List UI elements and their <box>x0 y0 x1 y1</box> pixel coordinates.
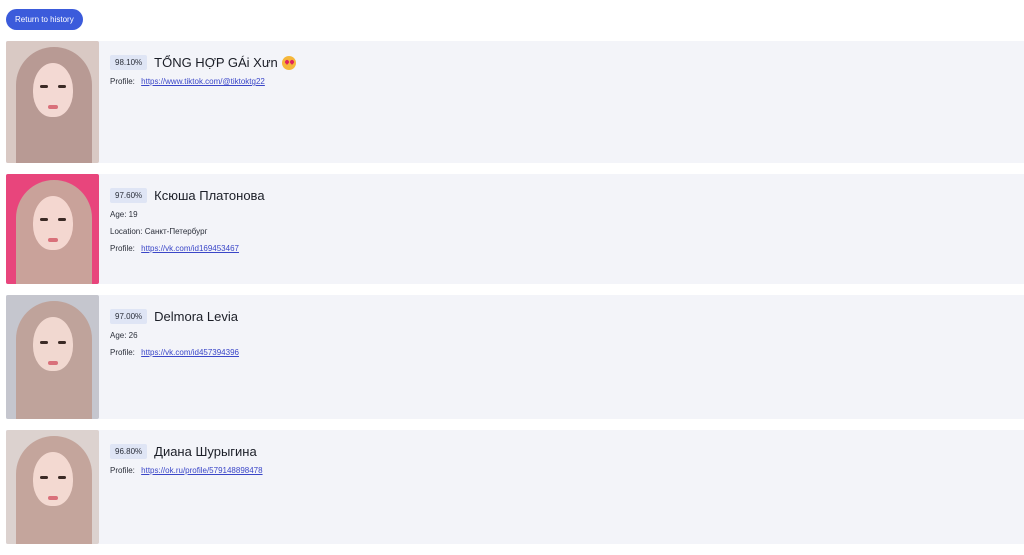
profile-name: Ксюша Платонова <box>154 187 265 203</box>
result-card: 97.60% Ксюша Платонова Age: 19 Location:… <box>6 174 1024 284</box>
profile-photo[interactable] <box>6 174 99 284</box>
location-text: Location: Санкт-Петербург <box>110 227 208 236</box>
profile-label: Profile: <box>110 77 135 86</box>
profile-link[interactable]: https://vk.com/id169453467 <box>141 244 239 253</box>
match-score-badge: 97.00% <box>110 308 148 324</box>
profile-label: Profile: <box>110 348 135 357</box>
profile-link[interactable]: https://vk.com/id457394396 <box>141 348 239 357</box>
profile-label: Profile: <box>110 466 135 475</box>
profile-link[interactable]: https://www.tiktok.com/@tiktoktg22 <box>141 77 265 86</box>
results-list: 98.10% TỔNG HỢP GÁi Xưn Profile: https:/… <box>6 41 1024 555</box>
match-score-badge: 97.60% <box>110 187 148 203</box>
profile-name: TỔNG HỢP GÁi Xưn <box>154 54 278 70</box>
profile-photo[interactable] <box>6 430 99 544</box>
toolbar: Return to history <box>6 9 83 30</box>
result-card: 98.10% TỔNG HỢP GÁi Xưn Profile: https:/… <box>6 41 1024 163</box>
age-text: Age: 26 <box>110 331 138 340</box>
heart-eyes-emoji-icon <box>281 56 296 70</box>
result-card: 97.00% Delmora Levia Age: 26 Profile: ht… <box>6 295 1024 419</box>
match-score-badge: 98.10% <box>110 54 148 70</box>
age-text: Age: 19 <box>110 210 138 219</box>
result-card: 96.80% Диана Шурыгина Profile: https://o… <box>6 430 1024 544</box>
profile-photo[interactable] <box>6 295 99 419</box>
profile-photo[interactable] <box>6 41 99 163</box>
profile-name: Delmora Levia <box>154 308 238 324</box>
profile-name: Диана Шурыгина <box>154 443 257 459</box>
profile-label: Profile: <box>110 244 135 253</box>
profile-link[interactable]: https://ok.ru/profile/579148898478 <box>141 466 262 475</box>
match-score-badge: 96.80% <box>110 443 148 459</box>
return-to-history-button[interactable]: Return to history <box>6 9 83 30</box>
